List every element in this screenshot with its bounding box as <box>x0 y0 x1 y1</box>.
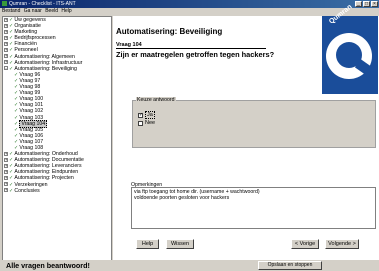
checkmark-icon: ✓ <box>9 53 14 60</box>
option-ja-label: Ja <box>145 111 155 119</box>
tree-item-label: Vraag 101 <box>19 102 44 109</box>
previous-button[interactable]: < Vorige <box>291 239 319 249</box>
checkmark-icon: ✓ <box>9 181 14 188</box>
status-bar: Alle vragen beantwoord! Opslaan en stopp… <box>0 260 379 271</box>
expand-icon[interactable]: + <box>4 176 8 181</box>
expand-icon[interactable]: + <box>4 151 8 156</box>
expand-icon[interactable]: + <box>4 17 8 22</box>
option-nee[interactable]: Nee <box>138 120 155 126</box>
menu-bestand[interactable]: Bestand <box>2 8 20 14</box>
status-message: Alle vragen beantwoord! <box>6 261 90 270</box>
tree-item-label: Vraag 105 <box>19 126 44 133</box>
expand-icon[interactable]: + <box>4 48 8 53</box>
tree-item-label: Conclusies <box>14 187 40 194</box>
checkmark-icon: ✓ <box>14 126 19 133</box>
menu-help[interactable]: Help <box>61 8 71 14</box>
option-nee-label: Nee <box>145 120 156 126</box>
qumran-logo: Qumran <box>322 3 378 94</box>
close-button[interactable]: × <box>371 1 378 7</box>
tree-item-label: Vraag 100 <box>19 96 44 103</box>
maximize-button[interactable]: □ <box>363 1 370 7</box>
menu-ga-naar[interactable]: Ga naar <box>24 8 42 14</box>
window-title: Qumran - Checklist - ITS-ANT <box>9 1 76 7</box>
question-underline <box>116 48 266 49</box>
checkmark-icon: ✓ <box>9 187 14 194</box>
save-and-stop-button[interactable]: Opslaan en stoppen <box>258 261 322 270</box>
collapse-icon[interactable]: - <box>4 66 8 71</box>
checkmark-icon: ✓ <box>14 96 19 103</box>
tree-item-label: Vraag 107 <box>19 138 44 145</box>
tree-item-label: Vraag 102 <box>19 108 44 115</box>
tree-item-label: Personeel <box>14 47 38 54</box>
tree-item-label: Automatisering: Projecten <box>14 175 74 182</box>
option-ja-checkbox[interactable]: ✓ <box>138 112 143 118</box>
expand-icon[interactable]: + <box>4 163 8 168</box>
answer-group: Keuze antwoord ✓ Ja Nee <box>132 97 376 148</box>
expand-icon[interactable]: + <box>4 60 8 65</box>
expand-icon[interactable]: + <box>4 188 8 193</box>
clear-button[interactable]: Wissen <box>166 239 194 249</box>
checkmark-icon: ✓ <box>9 65 14 72</box>
tree-item-label: Automatisering: Infrastructuur <box>14 59 83 66</box>
tree-item-label: Automatisering: Beveiliging <box>14 65 77 72</box>
app-icon <box>2 1 7 7</box>
expand-icon[interactable]: + <box>4 182 8 187</box>
tree-item-label: Vraag 106 <box>19 132 44 139</box>
tree-item-label: Vraag 99 <box>19 90 41 97</box>
expand-icon[interactable]: + <box>4 54 8 59</box>
checkmark-icon: ✓ <box>14 120 19 127</box>
remarks-textarea[interactable]: via ftp toegang tot home dir. (username … <box>131 187 376 229</box>
question-text: Zijn er maatregelen getroffen tegen hack… <box>116 50 275 59</box>
option-ja[interactable]: ✓ Ja <box>138 111 155 119</box>
menu-beeld[interactable]: Beeld <box>45 8 58 14</box>
expand-icon[interactable]: + <box>4 169 8 174</box>
checkmark-icon: ✓ <box>14 132 19 139</box>
expand-icon[interactable]: + <box>4 29 8 34</box>
question-tree[interactable]: + ✓Uw gegevens + ✓Organisatie + ✓Marketing + ✓B… <box>2 16 112 262</box>
expand-icon[interactable]: + <box>4 42 8 46</box>
checkmark-icon: ✓ <box>14 138 19 145</box>
menu-bar: Bestand Ga naar Beeld Help <box>0 8 379 15</box>
answer-group-label: Keuze antwoord <box>136 97 176 103</box>
title-bar: Qumran - Checklist - ITS-ANT _ □ × <box>0 0 379 8</box>
tree-item-label: Verzekeringen <box>14 181 48 188</box>
section-heading: Automatisering: Beveiliging <box>116 27 223 36</box>
checkmark-icon: ✓ <box>14 114 19 121</box>
next-button[interactable]: Volgende > <box>325 239 359 249</box>
tree-item-label: Vraag 96 <box>19 71 41 78</box>
checkmark-icon: ✓ <box>9 47 14 54</box>
checkmark-icon: ✓ <box>14 102 19 109</box>
tree-item-label: Vraag 97 <box>19 77 41 84</box>
checkmark-icon: ✓ <box>14 108 19 115</box>
checkmark-icon: ✓ <box>14 77 19 84</box>
tree-category[interactable]: + ✓Conclusies <box>3 188 111 194</box>
tree-item-label: Automatisering: Algemeen <box>14 53 75 60</box>
option-nee-checkbox[interactable] <box>138 120 143 126</box>
tree-item-label: Vraag 98 <box>19 84 41 91</box>
checkmark-icon: ✓ <box>9 59 14 66</box>
expand-icon[interactable]: + <box>4 23 8 28</box>
checkmark-icon: ✓ <box>9 175 14 182</box>
checkmark-icon: ✓ <box>14 90 19 97</box>
checkmark-icon: ✓ <box>14 71 19 78</box>
checkmark-icon: ✓ <box>14 84 19 91</box>
help-button[interactable]: Help <box>136 239 159 249</box>
expand-icon[interactable]: + <box>4 157 8 162</box>
minimize-button[interactable]: _ <box>355 1 362 7</box>
expand-icon[interactable]: + <box>4 35 8 40</box>
